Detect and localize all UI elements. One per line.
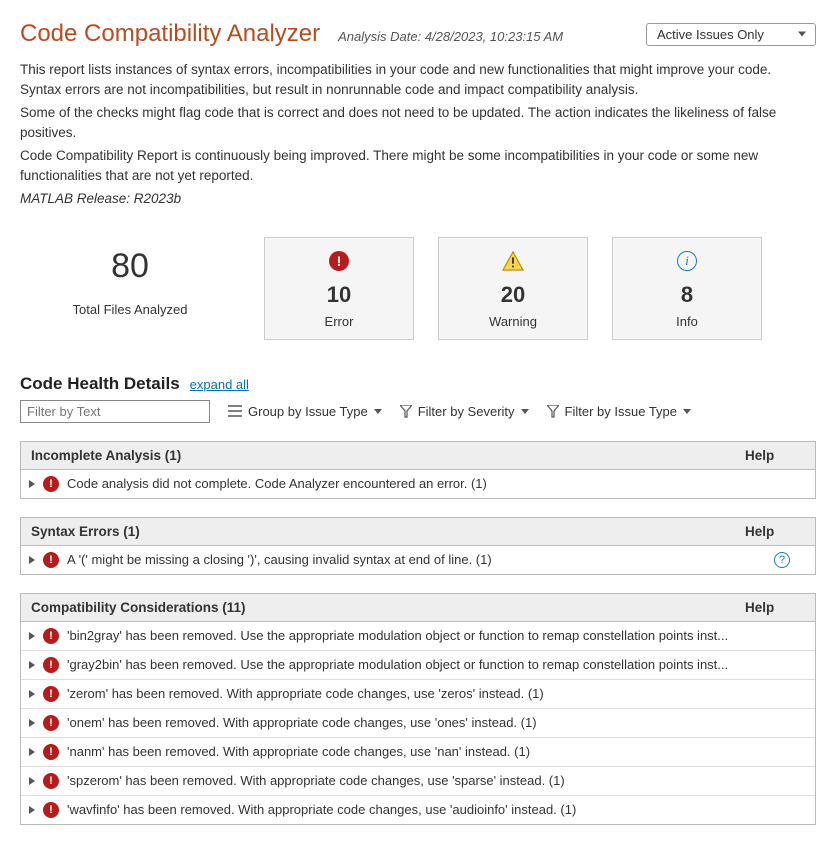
intro-paragraph-3: Code Compatibility Report is continuousl…: [20, 146, 816, 185]
page-title: Code Compatibility Analyzer: [20, 20, 320, 48]
issue-group: Compatibility Considerations (11) Help! 'b…: [20, 593, 816, 825]
issue-row[interactable]: ! Code analysis did not complete. Code An…: [21, 470, 815, 498]
issue-row[interactable]: ! 'spzerom' has been removed. With approp…: [21, 767, 815, 796]
error-icon: !: [43, 476, 59, 492]
group-by-button[interactable]: Group by Issue Type: [228, 404, 382, 419]
error-icon: !: [329, 251, 349, 271]
issue-row[interactable]: ! 'gray2bin' has been removed. Use the ap…: [21, 651, 815, 680]
expand-all-link[interactable]: expand all: [190, 377, 249, 392]
expand-triangle-icon[interactable]: [29, 556, 35, 564]
issue-text: A '(' might be missing a closing ')', ca…: [67, 552, 749, 567]
issues-filter-dropdown[interactable]: Active Issues Only: [646, 23, 816, 46]
error-card[interactable]: ! 10 Error: [264, 237, 414, 340]
error-label: Error: [265, 314, 413, 329]
info-card[interactable]: i 8 Info: [612, 237, 762, 340]
issue-row[interactable]: ! 'wavfinfo' has been removed. With appro…: [21, 796, 815, 824]
funnel-icon: [547, 405, 559, 418]
expand-triangle-icon[interactable]: [29, 777, 35, 785]
issue-group-title: Compatibility Considerations (11): [31, 600, 246, 615]
issue-row[interactable]: ! A '(' might be missing a closing ')', c…: [21, 546, 815, 574]
list-icon: [228, 405, 242, 417]
issue-row[interactable]: ! 'nanm' has been removed. With appropria…: [21, 738, 815, 767]
analysis-date: Analysis Date: 4/28/2023, 10:23:15 AM: [338, 29, 563, 44]
filter-severity-label: Filter by Severity: [418, 404, 515, 419]
warning-count: 20: [439, 282, 587, 308]
warning-label: Warning: [439, 314, 587, 329]
warning-card[interactable]: 20 Warning: [438, 237, 588, 340]
total-files-label: Total Files Analyzed: [20, 302, 240, 317]
info-count: 8: [613, 282, 761, 308]
issue-group-header[interactable]: Compatibility Considerations (11) Help: [21, 594, 815, 622]
info-icon: i: [677, 251, 697, 271]
chevron-down-icon: [374, 409, 382, 414]
issue-text: 'spzerom' has been removed. With appropr…: [67, 773, 749, 788]
error-icon: !: [43, 628, 59, 644]
expand-triangle-icon[interactable]: [29, 719, 35, 727]
issue-row[interactable]: ! 'zerom' has been removed. With appropri…: [21, 680, 815, 709]
group-by-label: Group by Issue Type: [248, 404, 368, 419]
issue-text: 'nanm' has been removed. With appropriat…: [67, 744, 749, 759]
total-files-card: 80 Total Files Analyzed: [20, 237, 240, 340]
error-count: 10: [265, 282, 413, 308]
expand-triangle-icon[interactable]: [29, 661, 35, 669]
issues-filter-value: Active Issues Only: [657, 27, 764, 42]
expand-triangle-icon[interactable]: [29, 748, 35, 756]
issue-row[interactable]: ! 'bin2gray' has been removed. Use the ap…: [21, 622, 815, 651]
filter-issue-type-label: Filter by Issue Type: [565, 404, 677, 419]
issue-group-header[interactable]: Incomplete Analysis (1) Help: [21, 442, 815, 470]
issue-text: Code analysis did not complete. Code Ana…: [67, 476, 749, 491]
expand-triangle-icon[interactable]: [29, 806, 35, 814]
filter-issue-type-button[interactable]: Filter by Issue Type: [547, 404, 691, 419]
section-title: Code Health Details: [20, 374, 180, 394]
issue-group-header[interactable]: Syntax Errors (1) Help: [21, 518, 815, 546]
issue-group: Syntax Errors (1) Help! A '(' might be mis…: [20, 517, 816, 575]
error-icon: !: [43, 802, 59, 818]
info-label: Info: [613, 314, 761, 329]
help-icon[interactable]: ?: [774, 552, 790, 568]
funnel-icon: [400, 405, 412, 418]
matlab-release: MATLAB Release: R2023b: [20, 189, 816, 209]
expand-triangle-icon[interactable]: [29, 632, 35, 640]
error-icon: !: [43, 686, 59, 702]
issue-group-title: Syntax Errors (1): [31, 524, 140, 539]
issue-text: 'gray2bin' has been removed. Use the app…: [67, 657, 749, 672]
error-icon: !: [43, 552, 59, 568]
filter-severity-button[interactable]: Filter by Severity: [400, 404, 529, 419]
intro-paragraph-2: Some of the checks might flag code that …: [20, 103, 816, 142]
help-column-header: Help: [745, 600, 805, 615]
issue-text: 'bin2gray' has been removed. Use the app…: [67, 628, 749, 643]
warning-icon: [439, 248, 587, 274]
issue-text: 'wavfinfo' has been removed. With approp…: [67, 802, 749, 817]
error-icon: !: [43, 773, 59, 789]
help-column-header: Help: [745, 524, 805, 539]
issue-row[interactable]: ! 'onem' has been removed. With appropria…: [21, 709, 815, 738]
help-cell: ?: [757, 552, 807, 568]
issue-text: 'onem' has been removed. With appropriat…: [67, 715, 749, 730]
expand-triangle-icon[interactable]: [29, 480, 35, 488]
issue-group: Incomplete Analysis (1) Help! Code analysi…: [20, 441, 816, 499]
filter-text-input[interactable]: [20, 400, 210, 423]
help-column-header: Help: [745, 448, 805, 463]
error-icon: !: [43, 715, 59, 731]
intro-paragraph-1: This report lists instances of syntax er…: [20, 60, 816, 99]
issue-text: 'zerom' has been removed. With appropria…: [67, 686, 749, 701]
chevron-down-icon: [683, 409, 691, 414]
issue-group-title: Incomplete Analysis (1): [31, 448, 181, 463]
chevron-down-icon: [521, 409, 529, 414]
expand-triangle-icon[interactable]: [29, 690, 35, 698]
error-icon: !: [43, 657, 59, 673]
total-files-count: 80: [20, 247, 240, 286]
error-icon: !: [43, 744, 59, 760]
